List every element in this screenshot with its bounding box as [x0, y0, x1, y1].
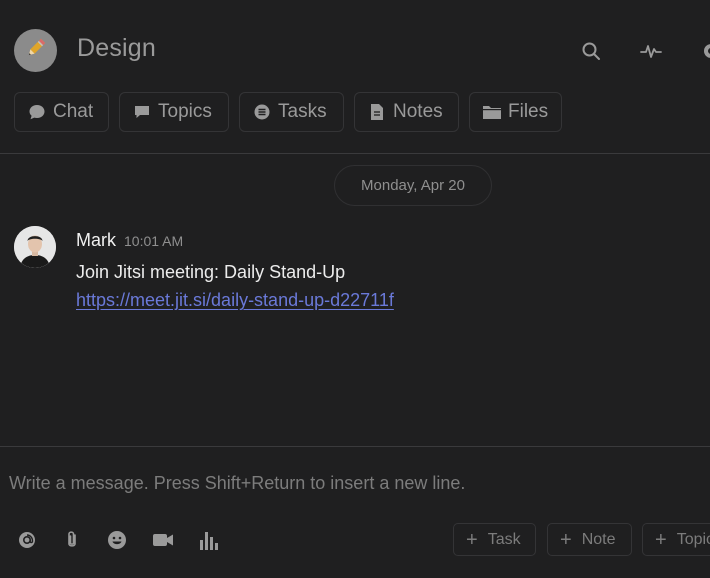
avatar[interactable]: [14, 226, 56, 268]
mention-icon[interactable]: [16, 529, 38, 551]
tasks-icon: [252, 102, 272, 122]
tab-label: Notes: [393, 101, 443, 122]
add-task-label: Task: [487, 530, 521, 548]
video-icon[interactable]: [152, 529, 174, 551]
activity-icon[interactable]: [640, 40, 662, 62]
header-divider: [0, 153, 710, 154]
tab-topics[interactable]: Topics: [119, 92, 229, 132]
folder-icon: [482, 102, 502, 122]
message-author[interactable]: Mark: [76, 230, 116, 251]
add-topic-button[interactable]: + Topic: [642, 523, 710, 556]
date-divider: Monday, Apr 20: [334, 165, 492, 206]
pencil-icon: [23, 35, 49, 66]
emoji-icon[interactable]: [106, 529, 128, 551]
add-note-label: Note: [581, 530, 616, 548]
plus-icon: +: [560, 528, 572, 551]
add-topic-label: Topic: [676, 530, 710, 548]
add-task-button[interactable]: + Task: [453, 523, 536, 556]
meeting-link[interactable]: https://meet.jit.si/daily-stand-up-d2271…: [76, 290, 394, 311]
chat-bubble-icon: [27, 102, 47, 122]
channel-avatar[interactable]: [14, 29, 57, 72]
plus-icon: +: [466, 528, 478, 551]
tab-label: Tasks: [278, 101, 327, 122]
tab-chat[interactable]: Chat: [14, 92, 109, 132]
tab-notes[interactable]: Notes: [354, 92, 459, 132]
tab-label: Files: [508, 101, 549, 122]
plus-icon: +: [655, 528, 667, 551]
channel-header: Design Chat Topics Tasks Notes Files: [0, 0, 710, 152]
topics-icon: [132, 102, 152, 122]
note-icon: [367, 102, 387, 122]
tab-label: Chat: [53, 101, 94, 122]
message-text: Join Jitsi meeting: Daily Stand-Up: [76, 262, 346, 282]
composer-divider: [0, 446, 710, 447]
message-input[interactable]: [9, 473, 699, 494]
attachment-icon[interactable]: [61, 529, 83, 551]
tab-files[interactable]: Files: [469, 92, 562, 132]
poll-icon[interactable]: [198, 529, 220, 551]
message-timestamp: 10:01 AM: [124, 233, 184, 249]
app-window: Design Chat Topics Tasks Notes Files Mon…: [0, 0, 710, 578]
gear-icon[interactable]: [700, 40, 710, 62]
tab-label: Topics: [158, 101, 212, 122]
search-icon[interactable]: [580, 40, 602, 62]
add-note-button[interactable]: + Note: [547, 523, 632, 556]
channel-title: Design: [77, 34, 157, 62]
tab-tasks[interactable]: Tasks: [239, 92, 344, 132]
